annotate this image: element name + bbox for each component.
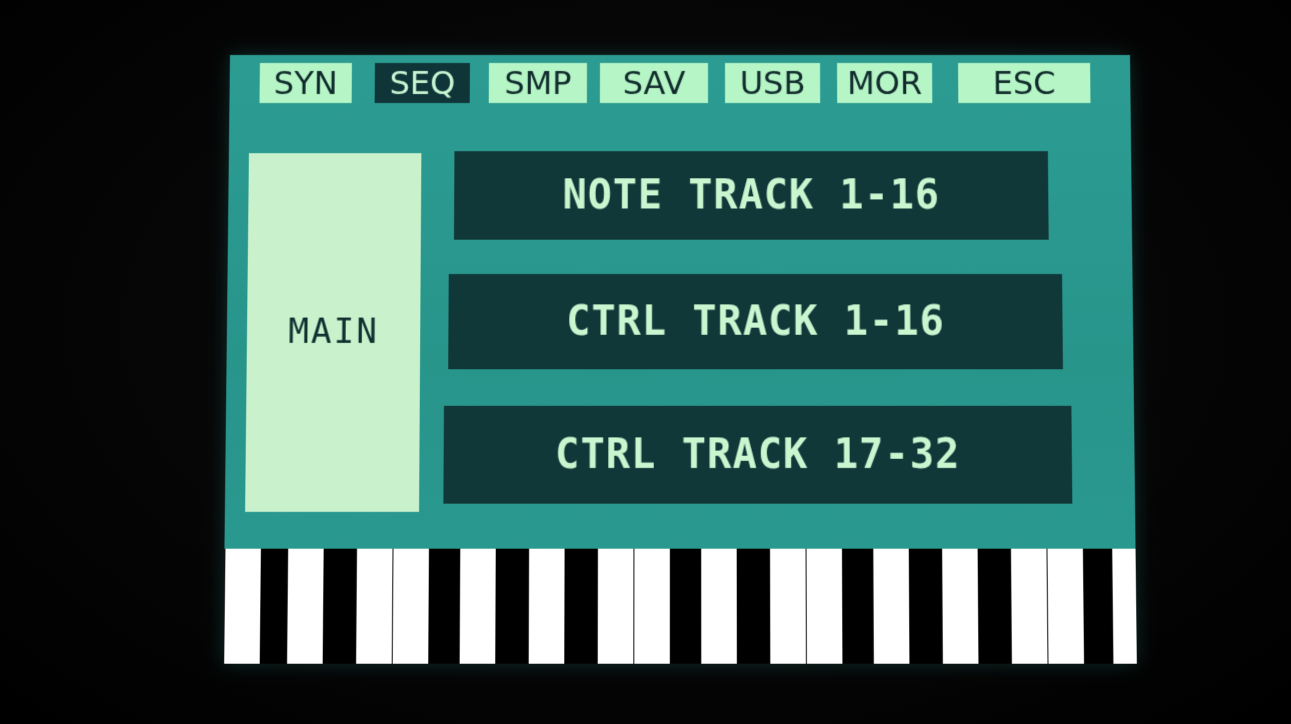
piano-white-key[interactable]	[633, 549, 670, 664]
piano-white-key[interactable]	[806, 549, 843, 664]
ctrl-track-17-32-button[interactable]: CTRL TRACK 17-32	[443, 406, 1072, 504]
device-screen: SYN SEQ SMP SAV USB MOR ESC MAIN NOTE TR…	[223, 55, 1137, 664]
note-track-1-16-button[interactable]: NOTE TRACK 1-16	[454, 151, 1049, 240]
piano-white-key[interactable]	[286, 549, 324, 664]
tab-mor[interactable]: MOR	[837, 63, 932, 103]
piano-white-key[interactable]	[872, 549, 909, 664]
piano-white-key[interactable]	[700, 549, 737, 664]
piano-white-key[interactable]	[769, 549, 806, 664]
tab-seq[interactable]: SEQ	[375, 63, 470, 103]
tab-usb[interactable]: USB	[725, 63, 820, 103]
piano-white-key[interactable]	[1046, 549, 1084, 664]
piano-white-key[interactable]	[1010, 549, 1047, 664]
piano-white-key[interactable]	[941, 549, 978, 664]
piano-keyboard[interactable]	[223, 549, 1137, 664]
tab-esc[interactable]: ESC	[958, 63, 1090, 103]
ctrl-track-1-16-button[interactable]: CTRL TRACK 1-16	[448, 274, 1063, 369]
tab-syn[interactable]: SYN	[259, 63, 351, 103]
top-tab-bar: SYN SEQ SMP SAV USB MOR ESC	[259, 63, 1090, 103]
tab-smp[interactable]: SMP	[489, 63, 587, 103]
piano-white-key[interactable]	[597, 549, 634, 664]
piano-white-key[interactable]	[355, 549, 392, 664]
tab-sav[interactable]: SAV	[600, 63, 708, 103]
piano-white-key[interactable]	[223, 549, 261, 664]
sidebar-main-label: MAIN	[245, 153, 421, 512]
piano-white-key[interactable]	[528, 549, 565, 664]
piano-white-key[interactable]	[392, 549, 429, 664]
piano-white-key[interactable]	[459, 549, 496, 664]
piano-white-key[interactable]	[1111, 549, 1137, 664]
